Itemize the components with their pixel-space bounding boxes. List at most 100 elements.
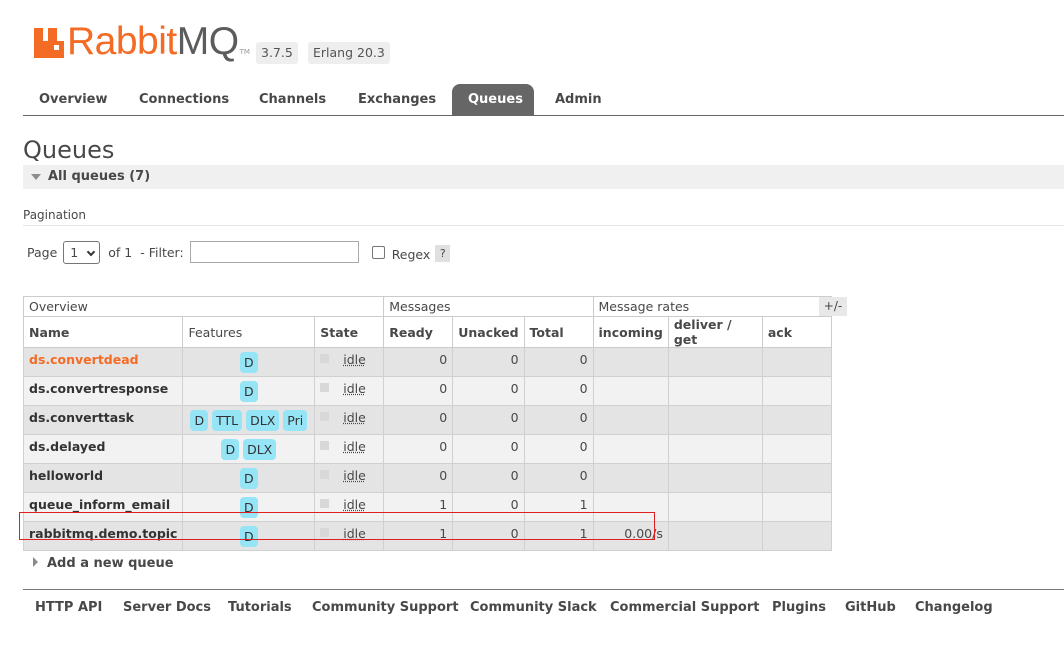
total-cell: 0 <box>523 347 594 377</box>
state-indicator-icon <box>320 441 330 450</box>
filter-label: - Filter: <box>140 244 184 260</box>
add-queue-label: Add a new queue <box>47 556 174 571</box>
features-cell: D <box>182 463 316 493</box>
unacked-cell: 0 <box>452 405 525 435</box>
tab-channels[interactable]: Channels <box>243 84 342 116</box>
feature-chip: D <box>240 352 258 373</box>
column-header-name[interactable]: Name <box>22 316 184 348</box>
footer-link-community-slack[interactable]: Community Slack <box>470 600 597 615</box>
tab-connections[interactable]: Connections <box>123 84 245 116</box>
deliver-get-cell <box>667 376 763 406</box>
footer-link-community-support[interactable]: Community Support <box>312 600 459 615</box>
queue-name-link[interactable]: helloworld <box>22 463 184 493</box>
ready-cell: 0 <box>383 434 454 464</box>
footer-link-github[interactable]: GitHub <box>845 600 896 615</box>
footer-link-http-api[interactable]: HTTP API <box>35 600 102 615</box>
deliver-get-cell <box>667 434 763 464</box>
regex-checkbox[interactable] <box>371 245 385 259</box>
table-row: helloworld D idle 0 0 0 <box>22 463 832 493</box>
ack-cell <box>761 463 832 493</box>
footer-link-tutorials[interactable]: Tutorials <box>228 600 292 615</box>
footer-link-commercial-support[interactable]: Commercial Support <box>610 600 760 615</box>
all-queues-section-toggle[interactable]: All queues (7) <box>23 165 1064 189</box>
queue-name-link[interactable]: ds.convertdead <box>22 347 184 377</box>
collapse-triangle-icon <box>31 174 41 180</box>
total-cell: 0 <box>523 376 594 406</box>
unacked-cell: 0 <box>452 463 525 493</box>
queue-name-link[interactable]: ds.convertresponse <box>22 376 184 406</box>
feature-chip: TTL <box>212 410 243 431</box>
filter-input[interactable] <box>189 241 359 263</box>
erlang-version-badge: Erlang 20.3 <box>308 42 390 64</box>
add-queue-section-toggle[interactable]: Add a new queue <box>33 556 174 571</box>
unacked-cell: 0 <box>452 347 525 377</box>
column-header-ready[interactable]: Ready <box>383 316 454 348</box>
state-indicator-icon <box>320 383 330 392</box>
column-header-total[interactable]: Total <box>523 316 594 348</box>
state-indicator-icon <box>320 354 330 363</box>
column-header-state[interactable]: State <box>314 316 385 348</box>
total-cell: 0 <box>523 434 594 464</box>
tab-queues[interactable]: Queues <box>452 84 534 116</box>
total-cell: 0 <box>523 405 594 435</box>
state-label: idle <box>343 468 366 483</box>
all-queues-label: All queues (7) <box>48 169 151 184</box>
page-select[interactable]: 1 <box>63 240 101 264</box>
ack-cell <box>761 434 832 464</box>
pagination-divider <box>23 225 1064 226</box>
state-label: idle <box>343 410 366 425</box>
pagination-controls: Page 1 of 1 - Filter: Regex ? <box>27 240 451 264</box>
table-row: ds.delayed D DLX idle 0 0 0 <box>22 434 832 464</box>
ack-cell <box>761 492 832 522</box>
queue-name-link[interactable]: ds.delayed <box>22 434 184 464</box>
feature-chip: DLX <box>246 410 280 431</box>
column-header-unacked[interactable]: Unacked <box>452 316 525 348</box>
ready-cell: 0 <box>383 405 454 435</box>
features-cell: D DLX <box>182 434 316 464</box>
tab-exchanges[interactable]: Exchanges <box>342 84 452 116</box>
queue-name-link[interactable]: ds.converttask <box>22 405 184 435</box>
footer-link-plugins[interactable]: Plugins <box>772 600 826 615</box>
expand-triangle-icon <box>33 557 38 567</box>
tab-admin[interactable]: Admin <box>539 84 618 116</box>
column-header-incoming[interactable]: incoming <box>592 316 669 348</box>
state-cell: idle <box>314 347 385 377</box>
footer-link-server-docs[interactable]: Server Docs <box>123 600 211 615</box>
deliver-get-cell <box>667 521 763 551</box>
page-title: Queues <box>23 136 115 164</box>
pagination-label: Pagination <box>23 208 86 222</box>
column-header-ack[interactable]: ack <box>761 316 832 348</box>
tab-overview[interactable]: Overview <box>23 84 124 116</box>
group-header-overview: Overview <box>22 296 385 317</box>
footer-link-changelog[interactable]: Changelog <box>915 600 993 615</box>
state-label: idle <box>343 381 366 396</box>
footer-links: HTTP API Server Docs Tutorials Community… <box>23 589 1064 623</box>
ack-cell <box>761 347 832 377</box>
group-header-message-rates: Message rates <box>592 296 832 317</box>
regex-label: Regex <box>391 246 431 262</box>
state-label: idle <box>343 497 366 512</box>
incoming-cell <box>592 347 669 377</box>
feature-chip: D <box>240 468 258 489</box>
page-count: of 1 <box>108 244 133 260</box>
feature-chip: DLX <box>243 439 277 460</box>
deliver-get-cell <box>667 463 763 493</box>
incoming-cell <box>592 376 669 406</box>
trademark: TM <box>239 48 250 56</box>
main-nav-tabs: Overview Connections Channels Exchanges … <box>23 84 1064 116</box>
rabbitmq-logo: RabbitMQ TM <box>34 22 250 62</box>
column-header-deliver-get[interactable]: deliver / get <box>667 316 763 348</box>
table-row: ds.converttask D TTL DLX Pri idle 0 0 0 <box>22 405 832 435</box>
total-cell: 0 <box>523 463 594 493</box>
feature-chip: D <box>240 381 258 402</box>
incoming-cell <box>592 434 669 464</box>
group-header-messages: Messages <box>383 296 594 317</box>
regex-help-button[interactable]: ? <box>435 244 451 262</box>
column-toggle-button[interactable]: +/- <box>819 297 847 316</box>
state-cell: idle <box>314 463 385 493</box>
version-badge: 3.7.5 <box>256 42 298 64</box>
state-indicator-icon <box>320 412 330 421</box>
state-cell: idle <box>314 405 385 435</box>
features-cell: D TTL DLX Pri <box>182 405 316 435</box>
ready-cell: 0 <box>383 376 454 406</box>
